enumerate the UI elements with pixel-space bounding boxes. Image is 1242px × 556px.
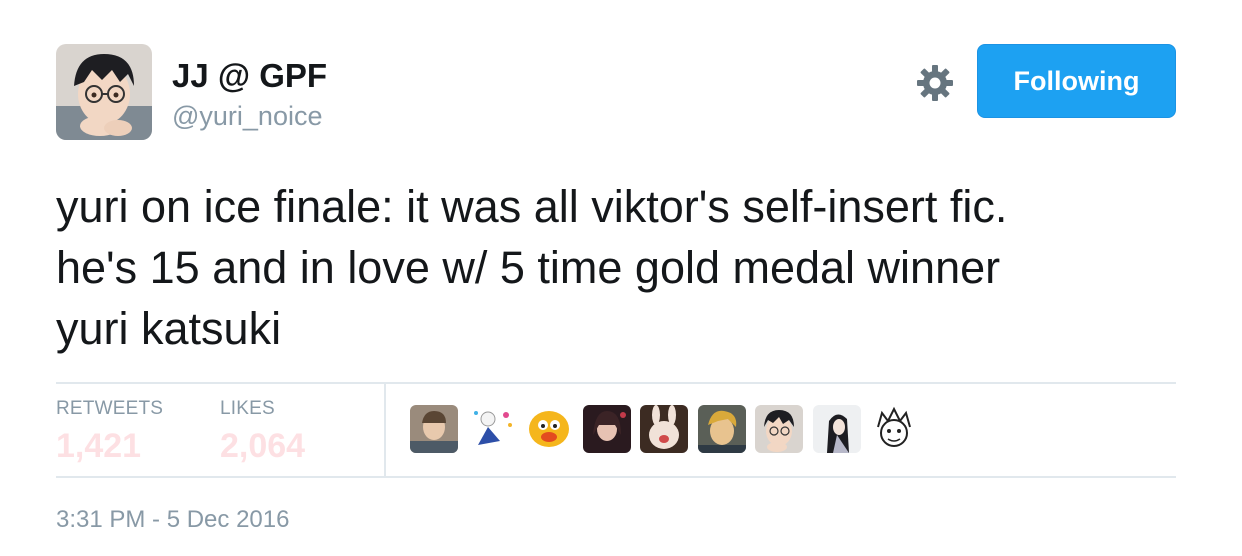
gear-icon[interactable] [915, 63, 955, 103]
likes-stat[interactable]: LIKES 2,064 [220, 398, 305, 466]
retweets-count: 1,421 [56, 427, 142, 465]
liker-avatar[interactable] [525, 405, 573, 453]
tweet-timestamp[interactable]: 3:31 PM - 5 Dec 2016 [56, 505, 289, 535]
liker-avatar[interactable] [467, 405, 516, 453]
stats-divider [384, 384, 386, 476]
divider [56, 382, 1176, 384]
author-avatar[interactable] [56, 44, 152, 140]
retweets-label: RETWEETS [56, 398, 164, 419]
retweets-stat[interactable]: RETWEETS 1,421 [56, 398, 163, 466]
liker-avatar[interactable] [640, 405, 688, 453]
liker-avatar[interactable] [870, 405, 918, 453]
author-display-name[interactable]: JJ @ GPF [172, 58, 327, 94]
tweet-text: yuri on ice finale: it was all viktor's … [56, 181, 1008, 354]
liker-avatar[interactable] [410, 405, 458, 453]
liker-avatar[interactable] [582, 405, 631, 453]
following-button[interactable]: Following [977, 44, 1176, 118]
liker-avatar[interactable] [697, 405, 746, 453]
liker-avatar[interactable] [755, 405, 803, 453]
divider [56, 476, 1176, 478]
likes-count: 2,064 [220, 427, 306, 465]
liker-avatars [410, 405, 918, 453]
likes-label: LIKES [220, 398, 275, 419]
liker-avatar[interactable] [812, 405, 861, 453]
author-handle[interactable]: @yuri_noice [172, 101, 322, 131]
